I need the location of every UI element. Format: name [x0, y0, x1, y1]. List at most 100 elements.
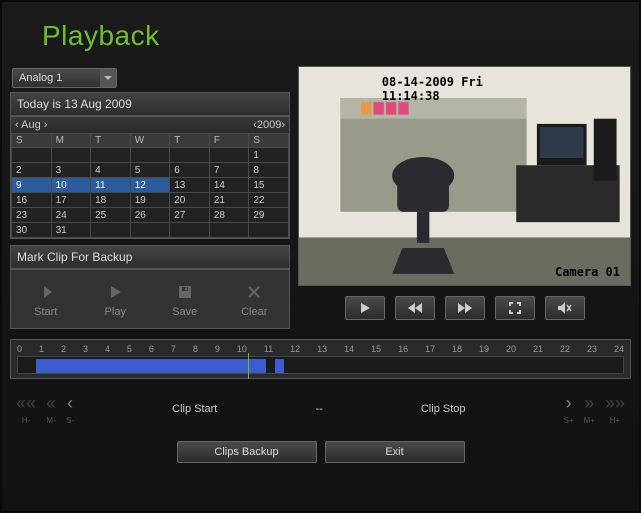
timeline-segment[interactable]	[36, 359, 266, 373]
calendar-day[interactable]: 12	[130, 178, 170, 193]
channel-select[interactable]: Analog 1	[12, 68, 117, 88]
calendar: ‹ Aug › ‹2009› SMTWTFS123456789101112131…	[10, 116, 290, 239]
calendar-day[interactable]: 22	[249, 193, 289, 208]
calendar-day	[170, 223, 210, 238]
month-next-button[interactable]: ›	[44, 119, 48, 131]
forward-icon	[458, 303, 472, 313]
clip-start-button[interactable]: Start	[11, 270, 81, 328]
clip-clear-button[interactable]: Clear	[220, 270, 290, 328]
mute-button[interactable]	[545, 296, 585, 320]
calendar-weekday: T	[91, 134, 131, 148]
clip-start-label: Clip Start	[172, 403, 217, 415]
rewind-button[interactable]	[395, 296, 435, 320]
timeline-cursor[interactable]	[248, 353, 249, 379]
calendar-day[interactable]: 13	[170, 178, 210, 193]
calendar-day[interactable]: 10	[51, 178, 91, 193]
minute-plus-button[interactable]: »M+	[584, 393, 595, 425]
calendar-day[interactable]: 30	[12, 223, 52, 238]
timeline-hour-tick: 15	[371, 344, 381, 354]
timeline-hour-tick: 11	[264, 344, 273, 354]
calendar-weekday: M	[51, 134, 91, 148]
play-icon	[107, 280, 123, 304]
calendar-day[interactable]: 28	[209, 208, 249, 223]
timeline-hour-tick: 21	[533, 344, 543, 354]
calendar-day[interactable]: 9	[12, 178, 52, 193]
clip-save-button[interactable]: Save	[150, 270, 220, 328]
timeline-hour-tick: 5	[127, 344, 132, 354]
timeline-hour-tick: 6	[149, 344, 154, 354]
calendar-day	[12, 148, 52, 163]
calendar-day[interactable]: 16	[12, 193, 52, 208]
hour-plus-button[interactable]: »»H+	[605, 393, 625, 425]
rewind-icon	[408, 303, 422, 313]
timeline-hour-tick: 0	[17, 344, 22, 354]
timeline-segment[interactable]	[275, 359, 284, 373]
channel-select-value: Analog 1	[13, 72, 68, 84]
timeline-track[interactable]	[17, 356, 624, 374]
page-title: Playback	[2, 2, 639, 66]
calendar-weekday: T	[170, 134, 210, 148]
calendar-day[interactable]: 6	[170, 163, 210, 178]
calendar-day[interactable]: 19	[130, 193, 170, 208]
calendar-day	[209, 223, 249, 238]
timeline-hour-tick: 13	[317, 344, 327, 354]
clip-separator: --	[315, 403, 322, 415]
clip-play-button[interactable]: Play	[81, 270, 151, 328]
timeline-hour-tick: 12	[290, 344, 300, 354]
minute-minus-button[interactable]: «M-	[46, 393, 56, 425]
clip-save-label: Save	[172, 306, 197, 318]
exit-button[interactable]: Exit	[325, 441, 465, 463]
calendar-day	[51, 148, 91, 163]
second-minus-button[interactable]: ‹S-	[66, 393, 74, 425]
timeline-hour-tick: 9	[215, 344, 220, 354]
timeline-hour-tick: 18	[452, 344, 462, 354]
calendar-day[interactable]: 14	[209, 178, 249, 193]
calendar-day[interactable]: 23	[12, 208, 52, 223]
calendar-day[interactable]: 27	[170, 208, 210, 223]
calendar-day[interactable]: 1	[249, 148, 289, 163]
calendar-day[interactable]: 7	[209, 163, 249, 178]
timeline-hour-tick: 3	[83, 344, 88, 354]
fullscreen-button[interactable]	[495, 296, 535, 320]
calendar-day[interactable]: 5	[130, 163, 170, 178]
calendar-day[interactable]: 26	[130, 208, 170, 223]
second-plus-button[interactable]: ›S+	[564, 393, 574, 425]
play-button[interactable]	[345, 296, 385, 320]
video-preview: 08-14-2009 Fri 11:14:38 Camera 01	[298, 66, 631, 286]
year-next-button[interactable]: ›	[281, 119, 285, 131]
timeline-hour-tick: 7	[171, 344, 176, 354]
calendar-day[interactable]: 4	[91, 163, 131, 178]
calendar-day[interactable]: 20	[170, 193, 210, 208]
calendar-day[interactable]: 31	[51, 223, 91, 238]
timeline[interactable]: 0123456789101112131415161718192021222324	[10, 339, 631, 379]
fullscreen-icon	[509, 302, 521, 314]
month-prev-button[interactable]: ‹	[15, 119, 19, 131]
calendar-day[interactable]: 24	[51, 208, 91, 223]
calendar-day[interactable]: 15	[249, 178, 289, 193]
video-timestamp: 08-14-2009 Fri 11:14:38	[382, 75, 548, 103]
calendar-day[interactable]: 18	[91, 193, 131, 208]
calendar-day	[130, 148, 170, 163]
calendar-day[interactable]: 3	[51, 163, 91, 178]
forward-button[interactable]	[445, 296, 485, 320]
hour-minus-button[interactable]: ««H-	[16, 393, 36, 425]
calendar-day	[91, 148, 131, 163]
clips-backup-button[interactable]: Clips Backup	[177, 441, 317, 463]
playback-window: Playback Analog 1 Today is 13 Aug 2009 ‹…	[0, 0, 641, 513]
calendar-day[interactable]: 25	[91, 208, 131, 223]
timeline-hour-tick: 16	[398, 344, 408, 354]
calendar-day[interactable]: 29	[249, 208, 289, 223]
calendar-day[interactable]: 8	[249, 163, 289, 178]
timeline-hour-tick: 24	[614, 344, 624, 354]
calendar-year: 2009	[257, 119, 281, 131]
calendar-day	[170, 148, 210, 163]
calendar-day[interactable]: 2	[12, 163, 52, 178]
today-label: Today is 13 Aug 2009	[10, 92, 290, 116]
clip-clear-label: Clear	[241, 306, 267, 318]
chevron-down-icon	[100, 69, 116, 87]
calendar-day[interactable]: 17	[51, 193, 91, 208]
calendar-day[interactable]: 21	[209, 193, 249, 208]
calendar-day[interactable]: 11	[91, 178, 131, 193]
calendar-weekday: S	[12, 134, 52, 148]
close-icon	[247, 280, 261, 304]
